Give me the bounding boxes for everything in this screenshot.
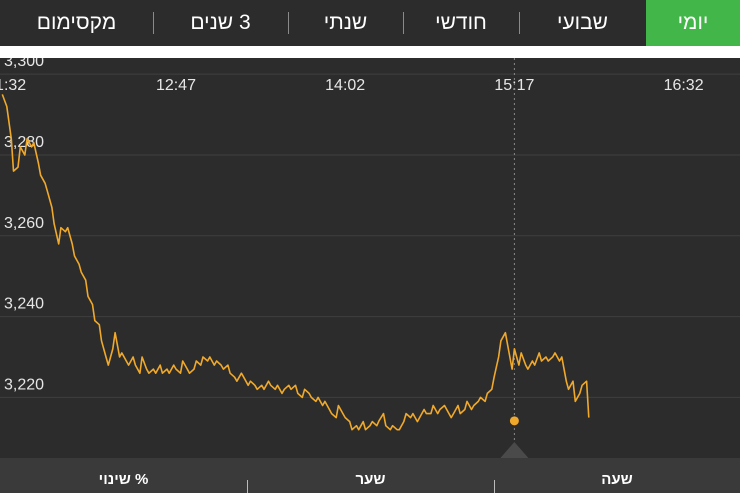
price-chart[interactable]: 3,300 3,280 3,260 3,240 3,220 11:32 12:47 14:02… bbox=[0, 58, 740, 458]
tab-daily-label: יומי bbox=[677, 11, 709, 34]
change-column-header: % שינוי bbox=[0, 458, 247, 493]
rate-column-header: שער bbox=[247, 458, 494, 493]
y-tick-label: 3,220 bbox=[4, 376, 44, 393]
tab-monthly[interactable]: חודשי bbox=[403, 0, 519, 46]
x-tick-label: 16:32 bbox=[664, 77, 704, 94]
time-column-header: שעה bbox=[494, 458, 740, 493]
pointer-triangle bbox=[500, 442, 529, 458]
crosshair-marker bbox=[509, 416, 519, 426]
y-tick-label: 3,280 bbox=[4, 134, 44, 151]
info-bar: שעה שער % שינוי bbox=[0, 458, 740, 493]
price-line bbox=[1, 94, 590, 431]
tab-max-label: מקסימום bbox=[36, 11, 117, 34]
change-label: % שינוי bbox=[98, 471, 149, 488]
x-tick-label: 14:02 bbox=[325, 77, 365, 94]
y-tick-label: 3,260 bbox=[4, 215, 44, 232]
tab-yearly-label: שנתי bbox=[323, 11, 368, 34]
tab-weekly[interactable]: שבועי bbox=[519, 0, 646, 46]
chart-svg: 3,300 3,280 3,260 3,240 3,220 11:32 12:47 14:02… bbox=[0, 58, 740, 458]
rate-label: שער bbox=[355, 471, 386, 488]
tab-weekly-label: שבועי bbox=[556, 11, 609, 34]
tab-3-years-label: 3 שנים bbox=[190, 11, 251, 34]
y-tick-label: 3,300 bbox=[4, 58, 44, 70]
tab-max[interactable]: מקסימום bbox=[0, 0, 153, 46]
tab-daily[interactable]: יומי bbox=[646, 0, 740, 46]
x-tick-label: 11:32 bbox=[0, 77, 26, 94]
y-tick-label: 3,240 bbox=[4, 296, 44, 313]
time-label: שעה bbox=[601, 471, 633, 488]
tab-monthly-label: חודשי bbox=[435, 11, 487, 34]
period-tabs: יומי שבועי חודשי שנתי 3 שנים מקסימום bbox=[0, 0, 740, 46]
x-tick-label: 12:47 bbox=[156, 77, 196, 94]
spacer bbox=[0, 46, 740, 58]
tab-yearly[interactable]: שנתי bbox=[288, 0, 403, 46]
tab-3-years[interactable]: 3 שנים bbox=[153, 0, 288, 46]
